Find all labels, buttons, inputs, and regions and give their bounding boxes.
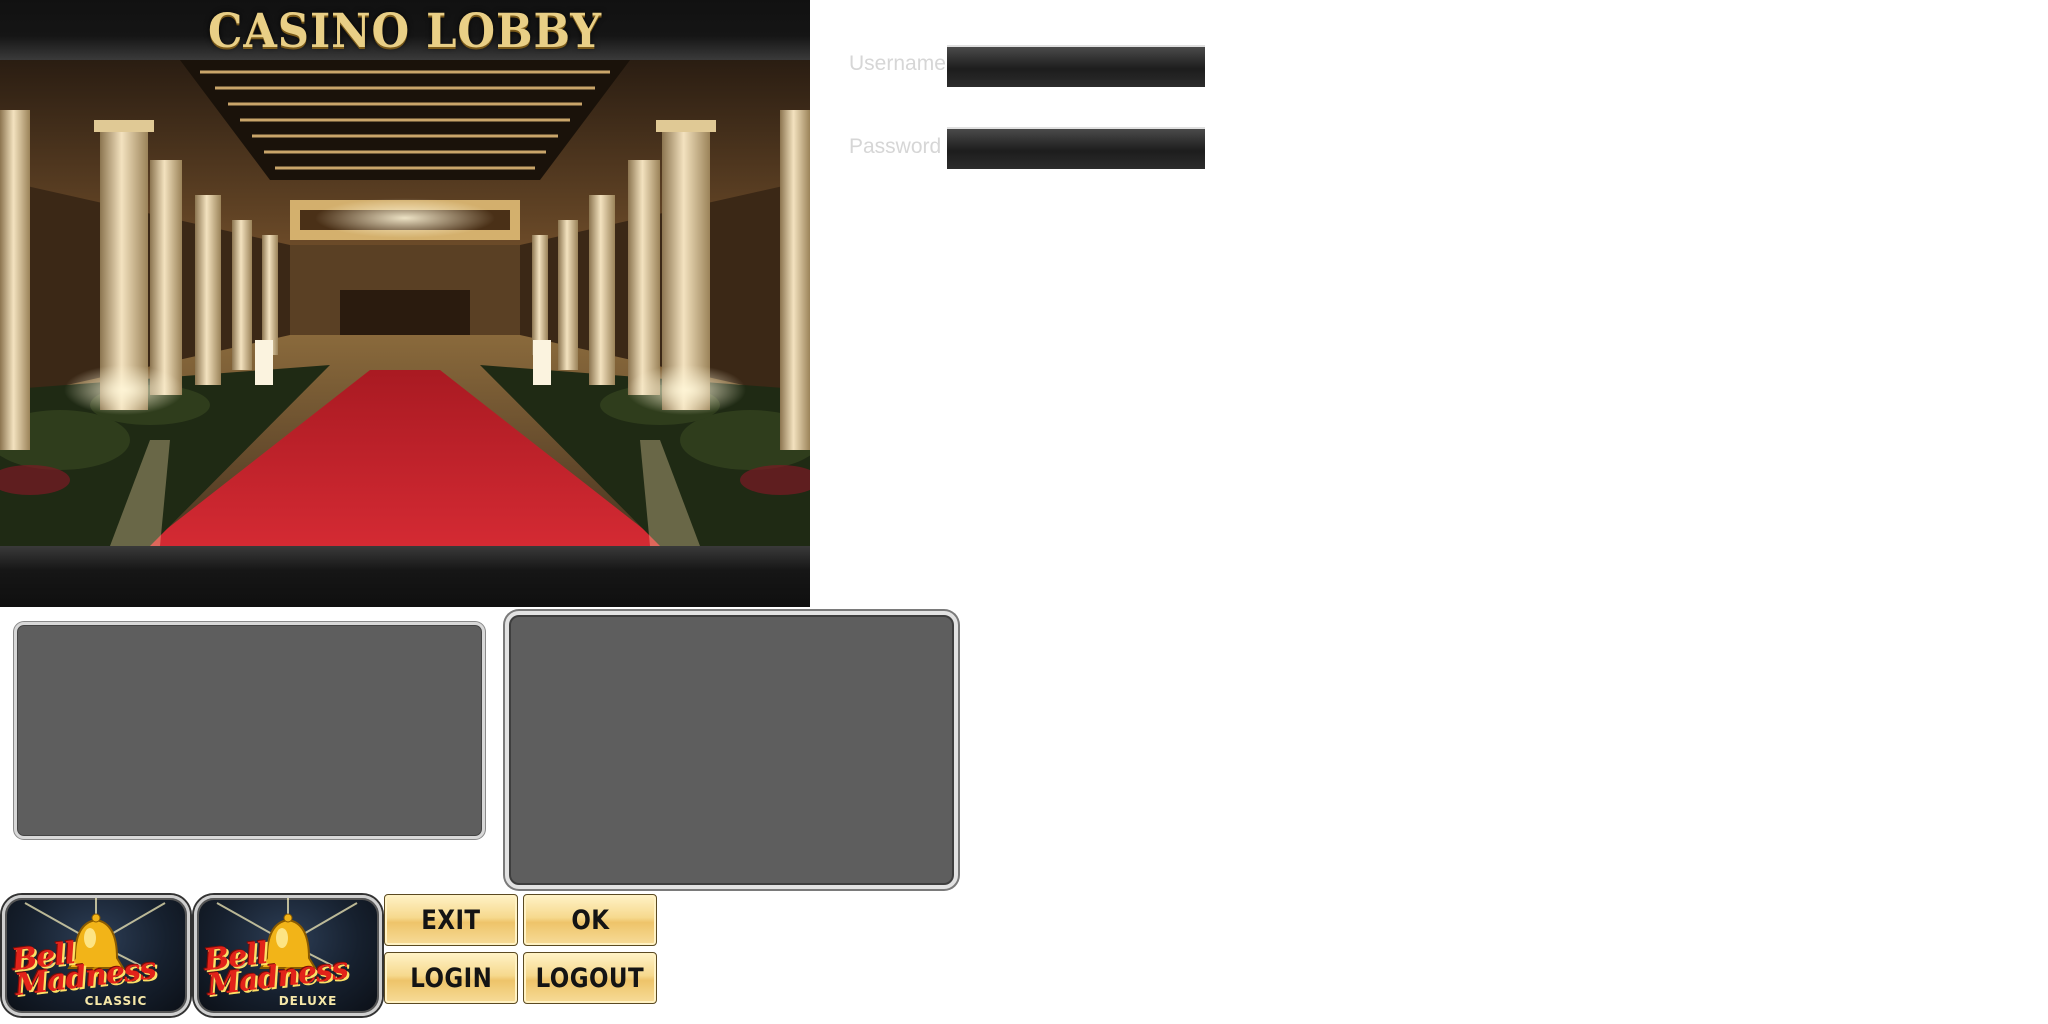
game-bell-madness-classic[interactable]: Bell Madness CLASSIC (2, 895, 190, 1016)
game-edition-label: DELUXE (278, 994, 338, 1008)
ok-button[interactable]: OK (523, 894, 657, 946)
lobby-title: CASINO LOBBY (208, 4, 602, 59)
logout-button[interactable]: LOGOUT (523, 952, 657, 1004)
username-label: Username (849, 52, 946, 75)
game-edition-label: CLASSIC (84, 994, 148, 1008)
password-label: Password (849, 135, 942, 158)
lobby-panel: CASINO LOBBY (0, 0, 810, 607)
username-input[interactable] (947, 45, 1205, 87)
lobby-header: CASINO LOBBY (0, 0, 810, 60)
info-panel-right (505, 611, 958, 889)
password-input[interactable] (947, 127, 1205, 169)
info-panel-left (14, 622, 485, 839)
lobby-scene-image (0, 60, 810, 546)
login-button[interactable]: LOGIN (384, 952, 518, 1004)
game-bell-madness-deluxe[interactable]: Bell Madness DELUXE (194, 895, 382, 1016)
exit-button[interactable]: EXIT (384, 894, 518, 946)
lobby-footer (0, 546, 810, 607)
